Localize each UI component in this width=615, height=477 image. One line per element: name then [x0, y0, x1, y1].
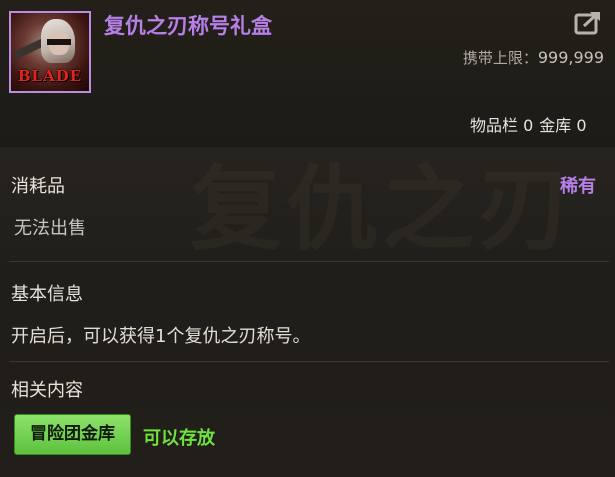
basic-info-label: 基本信息 — [11, 284, 83, 305]
divider — [9, 361, 609, 362]
divider — [9, 261, 609, 262]
bank-count: 金库 0 — [539, 116, 587, 135]
related-label: 相关内容 — [11, 380, 83, 401]
adventure-bank-badge[interactable]: 冒险团金库 — [14, 414, 131, 455]
item-title: 复仇之刃称号礼盒 — [104, 14, 272, 38]
rarity-label: 稀有 — [560, 176, 596, 197]
storable-status: 可以存放 — [143, 428, 215, 449]
item-icon: BLADE — [9, 11, 91, 93]
item-tooltip: BLADE 复仇之刃称号礼盒 携带上限：999,999 物品栏 0 金库 0 复仇… — [0, 0, 615, 477]
share-arrow-icon[interactable] — [574, 9, 604, 35]
tooltip-header: BLADE 复仇之刃称号礼盒 携带上限：999,999 物品栏 0 金库 0 — [0, 0, 615, 147]
inventory-count: 物品栏 0 — [470, 116, 534, 135]
carry-limit-value: 999,999 — [537, 48, 604, 67]
icon-mask-shape — [47, 39, 71, 45]
carry-limit: 携带上限：999,999 — [463, 47, 604, 68]
storage-counts: 物品栏 0 金库 0 — [470, 112, 593, 136]
carry-limit-label: 携带上限： — [462, 49, 538, 67]
icon-logo-text: BLADE — [17, 67, 83, 85]
item-description: 开启后，可以获得1个复仇之刃称号。 — [11, 326, 311, 347]
title-watermark: 复仇之刃 — [190, 156, 575, 263]
sell-status: 无法出售 — [14, 218, 86, 239]
consumable-label: 消耗品 — [11, 176, 65, 197]
